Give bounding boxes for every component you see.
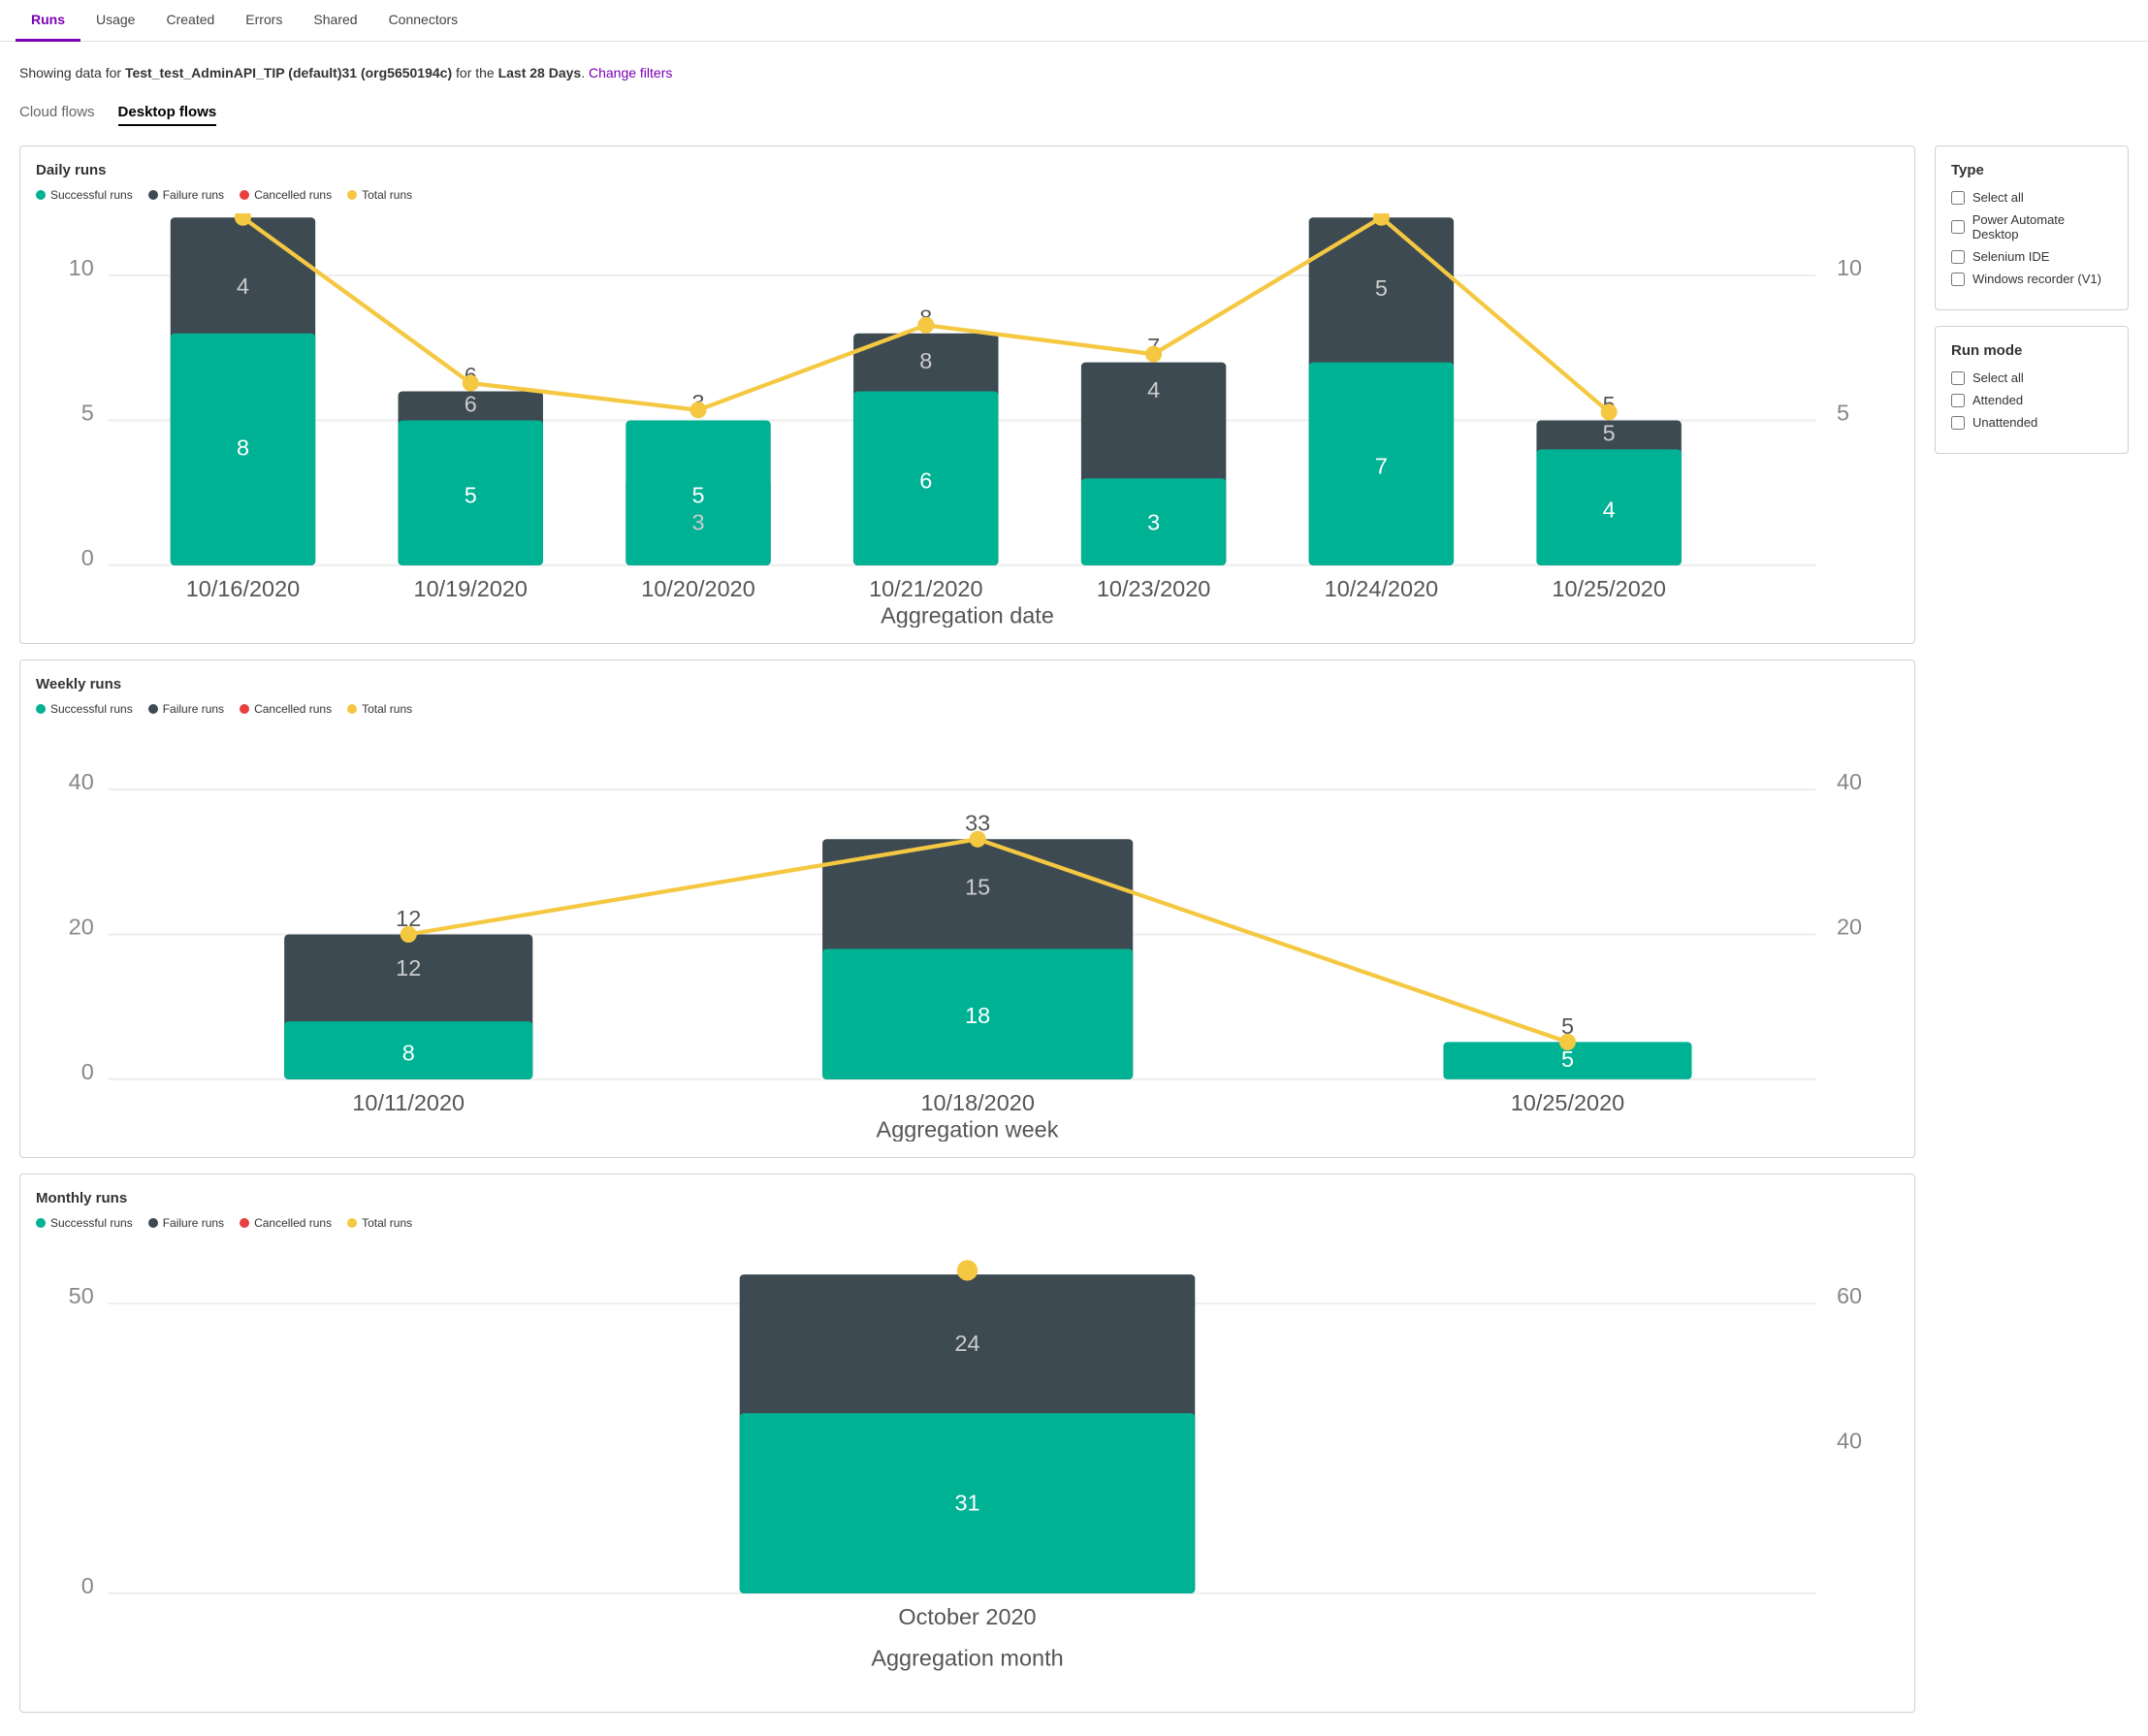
svg-text:5: 5 [691, 483, 704, 508]
svg-text:50: 50 [69, 1283, 94, 1308]
nav-tab-created[interactable]: Created [150, 0, 230, 42]
svg-text:10/25/2020: 10/25/2020 [1552, 576, 1665, 601]
svg-text:5: 5 [1837, 400, 1849, 425]
weekly-runs-legend: Successful runs Failure runs Cancelled r… [36, 702, 1899, 716]
svg-text:18: 18 [965, 1003, 990, 1028]
svg-text:8: 8 [919, 348, 932, 373]
type-windows-recorder[interactable]: Windows recorder (V1) [1951, 272, 2112, 286]
svg-text:24: 24 [954, 1331, 979, 1356]
svg-text:10/16/2020: 10/16/2020 [186, 576, 300, 601]
svg-text:10/23/2020: 10/23/2020 [1097, 576, 1210, 601]
type-selenium-ide[interactable]: Selenium IDE [1951, 249, 2112, 264]
nav-tab-shared[interactable]: Shared [298, 0, 372, 42]
daily-runs-legend: Successful runs Failure runs Cancelled r… [36, 188, 1899, 202]
type-select-all[interactable]: Select all [1951, 190, 2112, 205]
nav-tab-errors[interactable]: Errors [230, 0, 298, 42]
svg-text:4: 4 [1147, 377, 1160, 402]
svg-text:12: 12 [396, 955, 421, 981]
type-select-all-checkbox[interactable] [1951, 191, 1965, 205]
svg-text:10/19/2020: 10/19/2020 [414, 576, 528, 601]
flow-tabs: Cloud flows Desktop flows [19, 104, 2129, 126]
run-mode-select-all-checkbox[interactable] [1951, 371, 1965, 385]
svg-text:3: 3 [1147, 509, 1160, 534]
svg-text:20: 20 [1837, 914, 1862, 939]
nav-tab-runs[interactable]: Runs [16, 0, 80, 42]
weekly-runs-chart: 40 20 0 40 20 [36, 727, 1899, 1141]
run-mode-filter-title: Run mode [1951, 342, 2112, 359]
svg-text:6: 6 [465, 392, 477, 417]
daily-runs-title: Daily runs [36, 162, 1899, 178]
svg-text:20: 20 [69, 914, 94, 939]
svg-text:10/20/2020: 10/20/2020 [641, 576, 754, 601]
svg-text:5: 5 [81, 400, 94, 425]
monthly-runs-title: Monthly runs [36, 1190, 1899, 1206]
monthly-runs-legend: Successful runs Failure runs Cancelled r… [36, 1216, 1899, 1230]
svg-text:October 2020: October 2020 [898, 1604, 1036, 1629]
svg-text:40: 40 [1837, 1428, 1862, 1453]
svg-text:10/21/2020: 10/21/2020 [869, 576, 982, 601]
svg-text:10: 10 [1837, 255, 1862, 280]
run-mode-select-all[interactable]: Select all [1951, 370, 2112, 385]
run-mode-unattended[interactable]: Unattended [1951, 415, 2112, 430]
run-mode-attended[interactable]: Attended [1951, 393, 2112, 407]
monthly-runs-chart: 50 0 60 40 31 24 [36, 1241, 1899, 1697]
type-windows-recorder-checkbox[interactable] [1951, 273, 1965, 286]
type-power-automate-desktop-checkbox[interactable] [1951, 220, 1965, 234]
daily-runs-chart: 10 5 0 10 5 [36, 213, 1899, 627]
svg-text:0: 0 [81, 545, 94, 570]
flow-tab-desktop-flows[interactable]: Desktop flows [118, 104, 217, 126]
svg-text:5: 5 [1603, 421, 1616, 446]
daily-runs-panel: Daily runs Successful runs Failure runs … [19, 145, 1915, 644]
type-filter-title: Type [1951, 162, 2112, 178]
svg-text:7: 7 [1375, 454, 1388, 479]
svg-text:0: 0 [81, 1573, 94, 1598]
svg-text:Aggregation month: Aggregation month [871, 1645, 1063, 1670]
type-power-automate-desktop[interactable]: Power Automate Desktop [1951, 212, 2112, 241]
svg-text:10/18/2020: 10/18/2020 [920, 1090, 1034, 1115]
svg-text:5: 5 [1375, 275, 1388, 301]
svg-text:8: 8 [402, 1040, 415, 1065]
svg-text:15: 15 [965, 875, 990, 900]
svg-text:4: 4 [1603, 498, 1616, 523]
run-mode-filter-panel: Run mode Select all Attended Unattended [1935, 326, 2129, 454]
svg-text:Aggregation week: Aggregation week [877, 1116, 1059, 1141]
svg-text:3: 3 [691, 509, 704, 534]
svg-text:4: 4 [237, 273, 249, 299]
monthly-runs-panel: Monthly runs Successful runs Failure run… [19, 1173, 1915, 1714]
svg-text:40: 40 [69, 769, 94, 794]
weekly-runs-title: Weekly runs [36, 676, 1899, 692]
svg-text:10: 10 [69, 255, 94, 280]
svg-text:10/24/2020: 10/24/2020 [1325, 576, 1438, 601]
nav-tab-connectors[interactable]: Connectors [373, 0, 474, 42]
nav-tab-usage[interactable]: Usage [80, 0, 150, 42]
svg-text:40: 40 [1837, 769, 1862, 794]
nav-tabs: RunsUsageCreatedErrorsSharedConnectors [0, 0, 2148, 42]
subtitle: Showing data for Test_test_AdminAPI_TIP … [19, 65, 2129, 80]
svg-text:8: 8 [237, 435, 249, 461]
svg-text:5: 5 [465, 483, 477, 508]
svg-text:6: 6 [919, 468, 932, 494]
flow-tab-cloud-flows[interactable]: Cloud flows [19, 104, 95, 126]
run-mode-attended-checkbox[interactable] [1951, 394, 1965, 407]
type-selenium-ide-checkbox[interactable] [1951, 250, 1965, 264]
type-filter-panel: Type Select all Power Automate Desktop S… [1935, 145, 2129, 310]
weekly-runs-panel: Weekly runs Successful runs Failure runs… [19, 659, 1915, 1158]
svg-text:31: 31 [954, 1490, 979, 1515]
run-mode-unattended-checkbox[interactable] [1951, 416, 1965, 430]
svg-text:Aggregation date: Aggregation date [881, 603, 1054, 627]
svg-text:0: 0 [81, 1059, 94, 1084]
svg-text:60: 60 [1837, 1283, 1862, 1308]
svg-text:10/11/2020: 10/11/2020 [352, 1090, 465, 1115]
svg-text:10/25/2020: 10/25/2020 [1511, 1090, 1624, 1115]
change-filters-link[interactable]: Change filters [589, 65, 672, 80]
